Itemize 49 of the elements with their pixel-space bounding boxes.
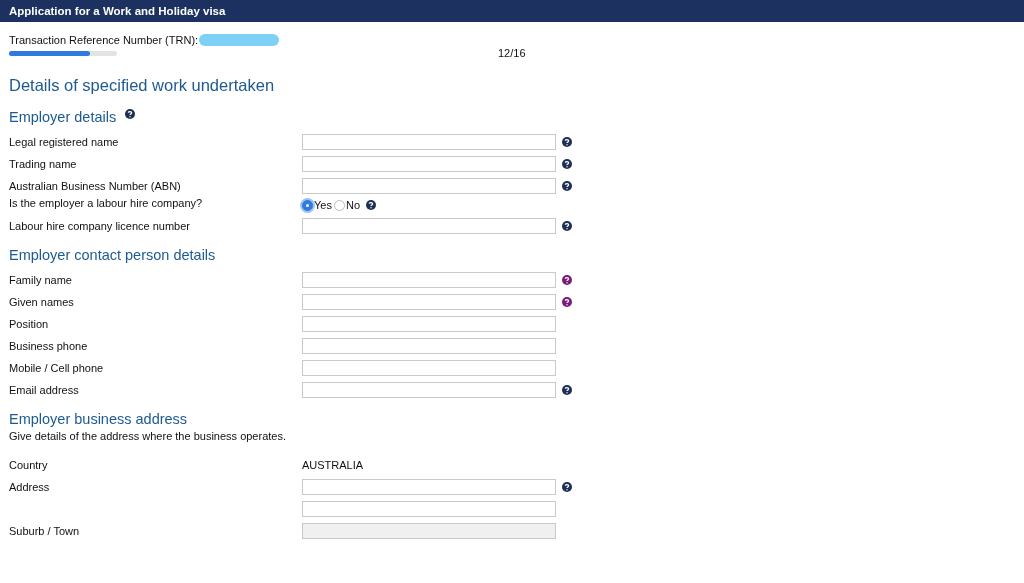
field-label: Legal registered name <box>8 136 120 148</box>
radio-button[interactable] <box>333 199 345 211</box>
help-icon[interactable] <box>562 159 572 169</box>
text-field[interactable] <box>302 218 556 234</box>
section-heading: Employer contact person details <box>9 247 216 263</box>
step-counter: 12/16 <box>498 47 526 59</box>
help-icon[interactable] <box>562 297 572 307</box>
help-icon[interactable] <box>366 200 376 210</box>
question-label: Is the employer a labour hire company? <box>8 197 204 211</box>
section-heading: Employer details <box>9 109 117 125</box>
field-label: Family name <box>8 274 73 286</box>
radio-label[interactable]: No <box>345 199 360 211</box>
field-value: AUSTRALIA <box>302 459 365 471</box>
radio-label[interactable]: Yes <box>314 199 332 211</box>
field-label: Country <box>8 459 49 471</box>
section-heading: Employer business address <box>9 411 188 427</box>
field-label: Australian Business Number (ABN) <box>8 180 182 192</box>
field-label: Address <box>8 481 51 493</box>
field-label: Position <box>8 318 50 330</box>
help-icon[interactable] <box>562 482 572 492</box>
field-label: Mobile / Cell phone <box>8 362 105 374</box>
help-icon[interactable] <box>562 275 572 285</box>
field-label: Given names <box>8 296 75 308</box>
page-heading: Details of specified work undertaken <box>9 76 276 95</box>
text-field[interactable] <box>302 382 556 398</box>
text-field[interactable] <box>302 479 556 495</box>
text-field[interactable] <box>302 272 556 288</box>
radio-button[interactable] <box>302 199 313 211</box>
help-icon[interactable] <box>562 137 572 147</box>
field-label: Labour hire company licence number <box>8 220 191 232</box>
field-label: Trading name <box>8 158 78 170</box>
text-field[interactable] <box>302 501 556 517</box>
text-field[interactable] <box>302 294 556 310</box>
help-icon[interactable] <box>562 221 572 231</box>
field-label: Business phone <box>8 340 89 352</box>
window-title: Application for a Work and Holiday visa <box>9 5 226 17</box>
text-field[interactable] <box>302 134 556 150</box>
help-icon[interactable] <box>562 181 572 191</box>
section-description: Give details of the address where the business operates. <box>9 430 287 442</box>
field-label: Email address <box>8 384 80 396</box>
text-field[interactable] <box>302 178 556 194</box>
help-icon[interactable] <box>125 109 136 119</box>
field-label: Suburb / Town <box>8 525 81 537</box>
text-field[interactable] <box>302 360 556 376</box>
help-icon[interactable] <box>562 385 572 395</box>
trn-label: Transaction Reference Number (TRN): <box>9 34 199 46</box>
text-field[interactable] <box>302 156 556 172</box>
text-field[interactable] <box>302 316 556 332</box>
text-field[interactable] <box>302 338 556 354</box>
